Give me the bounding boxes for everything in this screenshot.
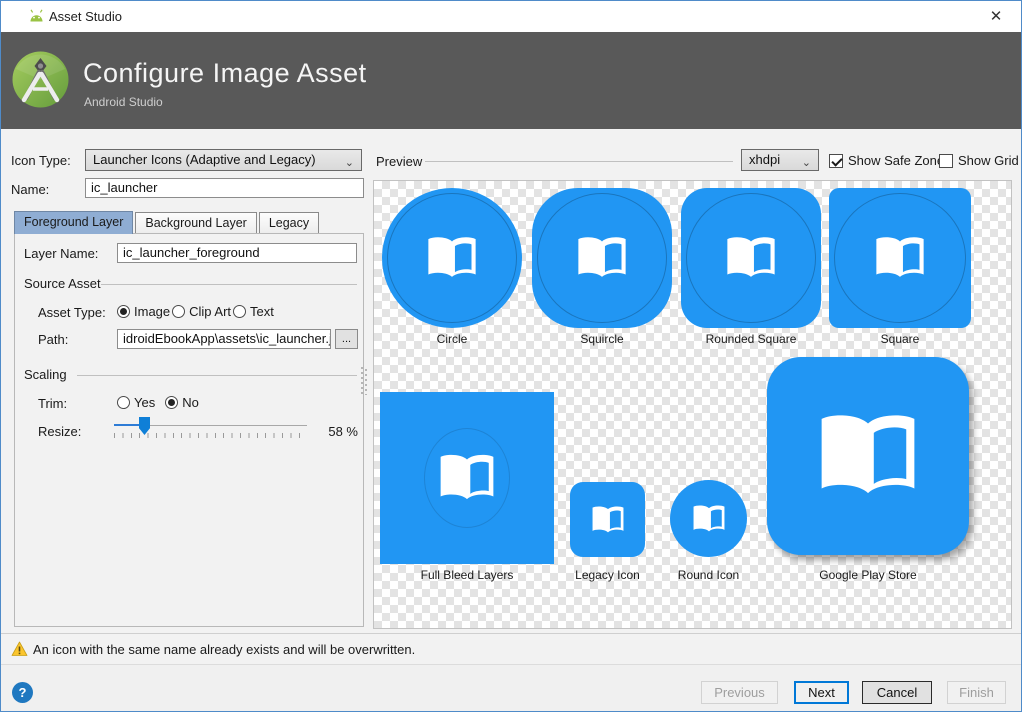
resize-value: 58 % bbox=[328, 424, 358, 439]
android-head-icon bbox=[30, 9, 43, 22]
preview-icon-play-store bbox=[767, 357, 969, 555]
resize-slider[interactable] bbox=[114, 416, 307, 442]
main-content: Icon Type: Launcher Icons (Adaptive and … bbox=[1, 129, 1021, 633]
open-book-icon bbox=[693, 504, 724, 531]
icon-label: Squircle bbox=[580, 332, 624, 346]
layer-name-input[interactable]: ic_launcher_foreground bbox=[117, 243, 357, 263]
close-icon[interactable]: ✕ bbox=[981, 5, 1011, 29]
path-label: Path: bbox=[38, 332, 69, 347]
asset-type-label: Asset Type: bbox=[38, 305, 106, 320]
icon-type-value: Launcher Icons (Adaptive and Legacy) bbox=[93, 152, 316, 167]
finish-button[interactable]: Finish bbox=[947, 681, 1006, 704]
show-grid-control[interactable]: Show Grid bbox=[939, 152, 1021, 170]
slider-ticks bbox=[114, 433, 307, 438]
preview-icon-circle bbox=[382, 188, 522, 328]
wizard-banner: Configure Image Asset Android Studio bbox=[1, 32, 1021, 129]
open-book-icon bbox=[440, 454, 494, 500]
help-icon[interactable]: ? bbox=[12, 682, 33, 703]
radio-image-label: Image bbox=[134, 304, 171, 319]
radio-image[interactable] bbox=[117, 305, 130, 318]
name-input[interactable]: ic_launcher bbox=[85, 178, 364, 198]
preview-icon-full-bleed bbox=[380, 392, 554, 564]
browse-button[interactable]: ... bbox=[335, 329, 358, 349]
path-input[interactable]: idroidEbookApp\assets\ic_launcher.jpg bbox=[117, 329, 331, 349]
icon-label: Rounded Square bbox=[705, 332, 797, 346]
icon-label: Circle bbox=[436, 332, 468, 346]
layer-name-label: Layer Name: bbox=[24, 246, 99, 261]
show-safe-zone-control[interactable]: Show Safe Zone bbox=[829, 152, 954, 170]
radio-trim-no[interactable] bbox=[165, 396, 179, 409]
preview-icon-round bbox=[670, 480, 747, 557]
chevron-down-icon: ⌄ bbox=[344, 157, 354, 169]
radio-trim-yes[interactable] bbox=[117, 396, 130, 409]
preview-icon-square bbox=[829, 188, 971, 328]
radio-text-label: Text bbox=[250, 304, 274, 319]
icon-label: Legacy Icon bbox=[575, 568, 640, 582]
open-book-icon bbox=[428, 237, 476, 277]
icon-label: Round Icon bbox=[677, 568, 740, 582]
preview-icon-legacy bbox=[570, 482, 645, 557]
open-book-icon bbox=[727, 237, 775, 277]
asset-studio-dialog: Asset Studio ✕ Configure Image Asset And… bbox=[0, 0, 1022, 712]
radio-text[interactable] bbox=[233, 305, 247, 318]
validation-bar: An icon with the same name already exist… bbox=[1, 633, 1021, 664]
open-book-icon bbox=[592, 505, 623, 532]
cancel-button[interactable]: Cancel bbox=[862, 681, 932, 704]
preview-icon-rounded-square bbox=[681, 188, 821, 328]
icon-label: Square bbox=[880, 332, 920, 346]
open-book-icon bbox=[876, 237, 924, 277]
preview-icon-squircle bbox=[532, 188, 672, 328]
open-book-icon bbox=[578, 237, 626, 277]
layer-tabs: Foreground Layer Background Layer Legacy bbox=[14, 211, 321, 234]
button-bar: ? Previous Next Cancel Finish bbox=[1, 664, 1021, 711]
chevron-down-icon: ⌄ bbox=[801, 157, 811, 169]
radio-trim-yes-label: Yes bbox=[134, 395, 156, 410]
icon-type-label: Icon Type: bbox=[11, 153, 71, 168]
icon-type-select[interactable]: Launcher Icons (Adaptive and Legacy) ⌄ bbox=[85, 149, 362, 171]
density-value: xhdpi bbox=[749, 152, 781, 167]
foreground-layer-panel: Layer Name: ic_launcher_foreground Sourc… bbox=[14, 233, 364, 627]
preview-canvas: Circle Squircle Rounded Square Square Fu… bbox=[373, 180, 1012, 629]
page-subtitle: Android Studio bbox=[84, 95, 163, 109]
tab-foreground-layer[interactable]: Foreground Layer bbox=[14, 211, 134, 234]
page-title: Configure Image Asset bbox=[83, 58, 367, 88]
warning-message: An icon with the same name already exist… bbox=[33, 642, 416, 657]
show-safe-zone-label: Show Safe Zone bbox=[848, 153, 945, 168]
previous-button[interactable]: Previous bbox=[701, 681, 778, 704]
preview-label: Preview bbox=[376, 154, 423, 169]
title-bar: Asset Studio ✕ bbox=[1, 1, 1021, 32]
show-grid-label: Show Grid bbox=[958, 153, 1019, 168]
trim-label: Trim: bbox=[38, 396, 68, 411]
scaling-heading: Scaling bbox=[24, 367, 67, 382]
tab-background-layer[interactable]: Background Layer bbox=[135, 212, 257, 234]
open-book-icon bbox=[821, 415, 915, 494]
asset-type-radio-group: Image Clip Art Text bbox=[117, 303, 284, 321]
tab-legacy[interactable]: Legacy bbox=[258, 212, 320, 234]
icon-label: Full Bleed Layers bbox=[420, 568, 514, 582]
window-title: Asset Studio bbox=[49, 9, 122, 24]
next-button[interactable]: Next bbox=[794, 681, 849, 704]
checkmark-icon[interactable] bbox=[829, 154, 843, 168]
density-select[interactable]: xhdpi ⌄ bbox=[741, 149, 819, 171]
resize-label: Resize: bbox=[38, 424, 82, 439]
scaling-divider bbox=[77, 375, 357, 376]
source-asset-heading: Source Asset bbox=[24, 276, 101, 291]
name-label: Name: bbox=[11, 182, 50, 197]
radio-trim-no-label: No bbox=[182, 395, 199, 410]
panel-splitter-handle[interactable] bbox=[361, 367, 367, 395]
icon-label: Google Play Store bbox=[819, 568, 917, 582]
show-grid-checkbox[interactable] bbox=[939, 154, 953, 168]
radio-clip-art[interactable] bbox=[172, 305, 186, 318]
radio-clip-art-label: Clip Art bbox=[189, 304, 232, 319]
android-studio-logo bbox=[12, 51, 69, 108]
preview-divider bbox=[425, 161, 733, 162]
warning-icon bbox=[11, 641, 28, 656]
trim-radio-group: Yes No bbox=[117, 394, 209, 412]
source-asset-divider bbox=[101, 284, 357, 285]
